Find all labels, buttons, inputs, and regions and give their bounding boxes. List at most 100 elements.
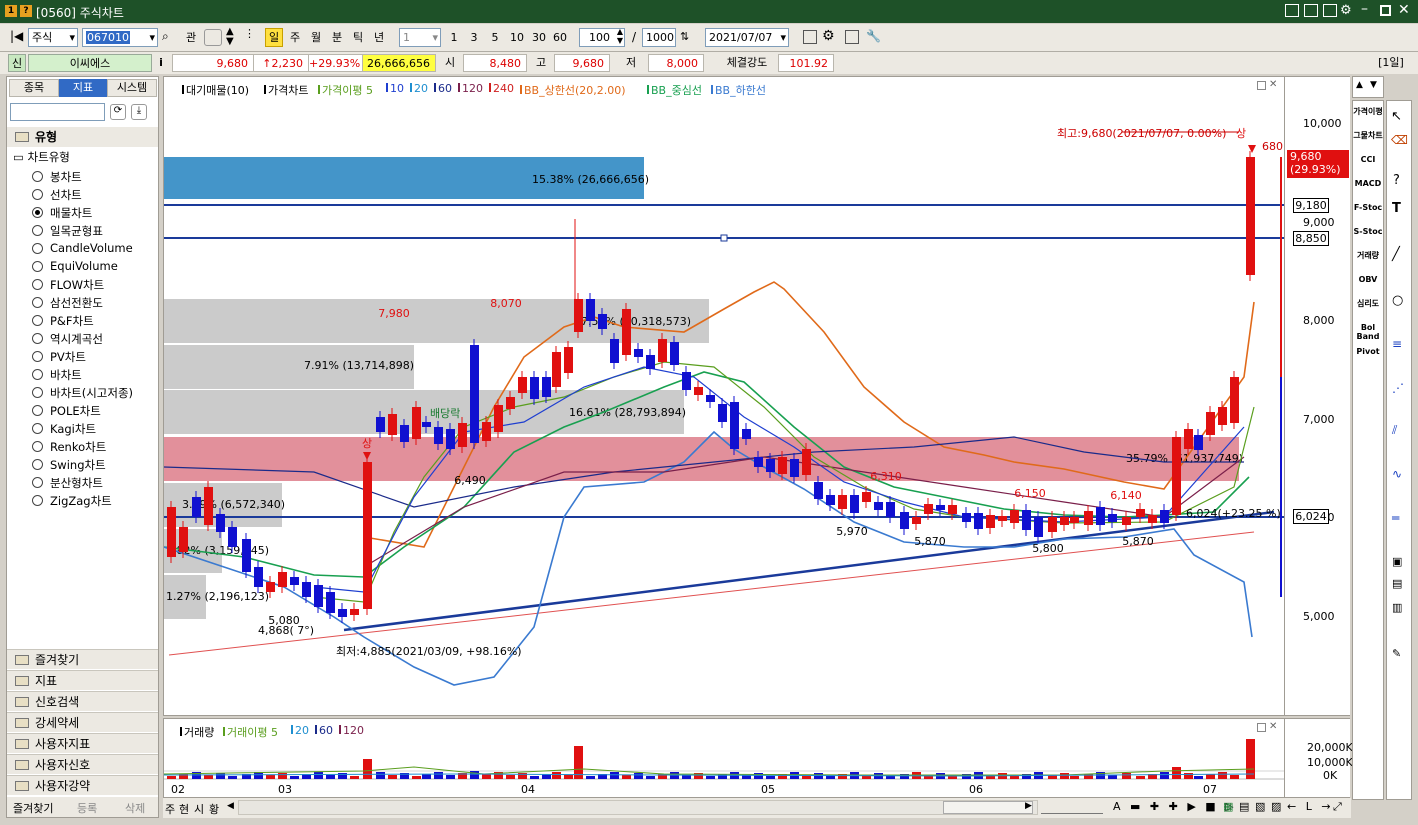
- folder-item[interactable]: 지표: [7, 670, 158, 690]
- chart-type-label[interactable]: P&F차트: [50, 313, 94, 329]
- folder-item[interactable]: 사용자지표: [7, 733, 158, 753]
- circle-tool-icon[interactable]: ○: [1392, 293, 1403, 308]
- chart-type-radio[interactable]: [32, 387, 43, 398]
- chart-type-label[interactable]: 일목균형표: [50, 223, 103, 239]
- period-tick[interactable]: 틱: [349, 28, 367, 47]
- fibo-tool-icon[interactable]: ⋰: [1392, 381, 1404, 395]
- chart-type-label[interactable]: 매물차트: [50, 205, 92, 221]
- chart-type-label[interactable]: Renko차트: [50, 439, 106, 455]
- save-icon[interactable]: [845, 30, 859, 44]
- date-select[interactable]: 2021/07/07 ▾: [705, 28, 789, 47]
- chart-type-radio[interactable]: [32, 351, 43, 362]
- chart-tool-icon[interactable]: ▥: [1392, 601, 1402, 614]
- info-icon[interactable]: i: [155, 54, 167, 72]
- tab-stock[interactable]: 종목: [9, 79, 59, 97]
- screenshot-icon[interactable]: [1323, 4, 1337, 17]
- scroll-step-icon[interactable]: ⇅: [680, 30, 689, 43]
- save-bottom-icon[interactable]: ▤: [1239, 800, 1249, 813]
- chart-type-label[interactable]: 바차트: [50, 367, 82, 383]
- close-icon[interactable]: ✕: [1398, 2, 1410, 18]
- chart-type-group[interactable]: ▭ 차트유형: [13, 149, 70, 165]
- scroll-left-icon[interactable]: ◀: [227, 801, 234, 811]
- interval-60[interactable]: 60: [550, 28, 570, 47]
- price-chart-panel[interactable]: 대기매물(10) 가격차트 가격이평 5 10 20 60 120 240 BB_상한선(20,…: [163, 76, 1285, 716]
- bottom-tab-status[interactable]: 황: [209, 801, 219, 817]
- hline-tool-icon[interactable]: ═: [1392, 511, 1399, 525]
- chart-window-icon[interactable]: [803, 30, 817, 44]
- compare-icon[interactable]: ▧: [1255, 800, 1265, 813]
- first-icon[interactable]: |◀: [10, 29, 23, 43]
- delete-button[interactable]: 삭제: [125, 800, 145, 816]
- help-icon[interactable]: ?: [20, 5, 32, 17]
- channel-tool-icon[interactable]: ≡: [1392, 337, 1402, 351]
- tab-system[interactable]: 시스템: [107, 79, 157, 97]
- chart-type-radio[interactable]: [32, 495, 43, 506]
- folder-item[interactable]: 신호검색: [7, 691, 158, 711]
- chart-type-radio[interactable]: [32, 171, 43, 182]
- scroll-right-icon[interactable]: ▶: [1025, 801, 1032, 811]
- refresh-list-icon[interactable]: ⟳: [110, 104, 126, 120]
- indicator-shortcut[interactable]: 심리도: [1353, 299, 1383, 308]
- chart-type-label[interactable]: 역시계곡선: [50, 331, 103, 347]
- refresh-icon[interactable]: [204, 29, 222, 46]
- excel-icon[interactable]: ▦: [1223, 800, 1233, 813]
- favorite-button[interactable]: 관: [182, 28, 200, 47]
- maximize-icon[interactable]: [1380, 5, 1391, 16]
- eraser-icon[interactable]: ⌫: [1391, 133, 1408, 147]
- indicator-shortcut[interactable]: 거래량: [1353, 251, 1383, 260]
- folder-item[interactable]: 즐겨찾기: [7, 649, 158, 669]
- bottom-tab-market[interactable]: 시: [194, 801, 204, 817]
- period-minute[interactable]: 분: [328, 28, 346, 47]
- line-tool-icon[interactable]: ╱: [1392, 247, 1400, 262]
- chart-type-radio[interactable]: [32, 441, 43, 452]
- chart-type-radio[interactable]: [32, 261, 43, 272]
- chart-type-label[interactable]: 삼선전환도: [50, 295, 103, 311]
- folder-item[interactable]: 강세약세: [7, 712, 158, 732]
- chart-type-radio[interactable]: [32, 369, 43, 380]
- chart-type-label[interactable]: CandleVolume: [50, 241, 133, 255]
- tool-down-icon[interactable]: ▼: [1370, 80, 1377, 90]
- chart-type-label[interactable]: Kagi차트: [50, 421, 96, 437]
- cycle-tool-icon[interactable]: ∿: [1392, 467, 1402, 481]
- reset-zoom-icon[interactable]: ⤢: [1333, 800, 1342, 814]
- scroll-thumb[interactable]: [943, 801, 1033, 814]
- bottom-tab-week[interactable]: 주: [165, 801, 175, 817]
- indicator-search-input[interactable]: [10, 103, 105, 121]
- cursor-icon[interactable]: ↖: [1391, 109, 1402, 124]
- tools-icon[interactable]: 🔧: [866, 29, 881, 43]
- volume-chart-panel[interactable]: 거래량 거래이평 5 20 60 120 ✕: [163, 718, 1285, 798]
- indicator-shortcut[interactable]: Pivot: [1353, 347, 1383, 356]
- chart-settings-gear-icon[interactable]: ⚙: [822, 28, 835, 44]
- interval-5[interactable]: 5: [487, 28, 503, 47]
- indicator-shortcut[interactable]: CCI: [1353, 155, 1383, 164]
- chart-type-label[interactable]: 분산형차트: [50, 475, 103, 491]
- interval-3[interactable]: 3: [466, 28, 482, 47]
- indicator-shortcut[interactable]: MACD: [1353, 179, 1383, 188]
- period-year[interactable]: 년: [370, 28, 388, 47]
- view-controls[interactable]: A ▬ ✚ ✚ ▶ ■ ▷: [1113, 800, 1237, 813]
- chart-type-radio[interactable]: [32, 243, 43, 254]
- volume-chart-canvas[interactable]: [164, 719, 1285, 798]
- gann-tool-icon[interactable]: ⫽: [1392, 423, 1397, 438]
- chart-type-radio[interactable]: [32, 297, 43, 308]
- chart-type-radio[interactable]: [32, 459, 43, 470]
- horizontal-scrollbar[interactable]: [238, 800, 1038, 815]
- favorites-button[interactable]: 즐겨찾기: [13, 800, 53, 816]
- period-month[interactable]: 월: [307, 28, 325, 47]
- indicator-shortcut[interactable]: S-Stoc: [1353, 227, 1383, 236]
- tool-up-icon[interactable]: ▲: [1356, 80, 1363, 90]
- folder-item[interactable]: 사용자신호: [7, 754, 158, 774]
- indicator-shortcut[interactable]: Bol Band: [1353, 323, 1383, 341]
- window-tool-icon[interactable]: ▣: [1392, 555, 1402, 568]
- section-header[interactable]: 유형: [7, 127, 158, 147]
- search-icon[interactable]: ⌕: [162, 29, 169, 44]
- zoom-slider[interactable]: [1041, 800, 1103, 814]
- chart-type-label[interactable]: EquiVolume: [50, 259, 118, 273]
- chart-type-label[interactable]: 바차트(시고저종): [50, 385, 133, 401]
- register-button[interactable]: 등록: [77, 800, 97, 816]
- count-input[interactable]: 100 ▲ ▼: [579, 27, 625, 47]
- settings-gear-icon[interactable]: ⚙: [1340, 3, 1352, 18]
- interval-select[interactable]: 1 ▾: [399, 28, 441, 47]
- chart-type-radio[interactable]: [32, 225, 43, 236]
- interval-1[interactable]: 1: [446, 28, 462, 47]
